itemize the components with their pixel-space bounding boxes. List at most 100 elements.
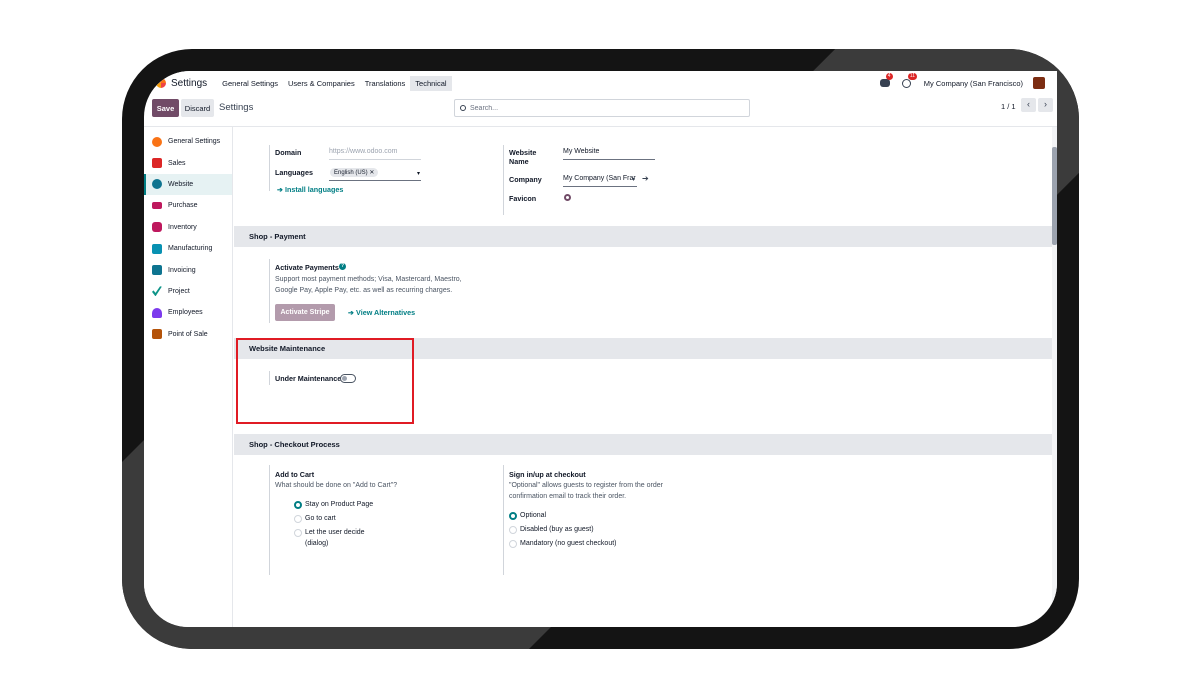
sidebar-item-label: Website [168, 180, 194, 188]
radio-label: Go to cart [305, 515, 336, 522]
settings-sidebar: General Settings Sales Website Purchase … [144, 127, 233, 627]
language-tag[interactable]: English (US) ✕ [330, 168, 379, 177]
caret-down-icon[interactable]: ▾ [417, 170, 420, 177]
payment-description-2: Google Pay, Apple Pay, etc. as well as r… [275, 287, 453, 294]
activate-payments-label: Activate Payments [275, 263, 339, 272]
radio-stay-on-product-page[interactable] [294, 501, 302, 509]
main-scrollbar[interactable] [1052, 127, 1057, 627]
favicon-image[interactable] [564, 194, 571, 201]
sidebar-item-general-settings[interactable]: General Settings [144, 131, 232, 152]
menu-technical[interactable]: Technical [410, 75, 452, 91]
company-switcher[interactable]: My Company (San Francisco) [924, 79, 1023, 88]
radio-mandatory[interactable] [509, 540, 517, 548]
radio-label: Optional [520, 512, 547, 519]
radio-disabled[interactable] [509, 526, 517, 534]
radio-label: Stay on Product Page [305, 501, 374, 508]
add-to-cart-description: What should be done on "Add to Cart"? [275, 482, 398, 489]
general-settings-icon [152, 136, 162, 147]
domain-label: Domain [275, 148, 302, 157]
sidebar-item-label: General Settings [168, 138, 221, 146]
radio-let-user-decide[interactable] [294, 529, 302, 537]
sidebar-item-project[interactable]: Project [144, 281, 232, 302]
manufacturing-icon [152, 243, 162, 254]
sidebar-item-label: Employees [168, 309, 203, 317]
menu-general-settings[interactable]: General Settings [217, 76, 283, 91]
section-shop-payment: Shop - Payment [234, 226, 1052, 247]
website-name-field[interactable]: My Website [563, 148, 655, 160]
search-input[interactable] [470, 104, 730, 112]
search-bar[interactable] [454, 99, 750, 117]
highlight-box [236, 338, 414, 424]
sign-in-description-2: confirmation email to track their order. [509, 493, 627, 500]
discard-button[interactable]: Discard [181, 99, 214, 117]
breadcrumb-title: Settings [219, 102, 254, 113]
sidebar-item-label: Purchase [168, 202, 198, 210]
purchase-icon [152, 202, 162, 210]
add-to-cart-label: Add to Cart [275, 470, 315, 479]
clock-icon [901, 79, 911, 88]
internal-link-icon[interactable]: ➔ [642, 174, 649, 183]
project-icon [152, 286, 162, 297]
radio-label: Disabled (buy as guest) [520, 526, 594, 533]
sidebar-item-label: Inventory [168, 223, 197, 231]
top-navbar: Settings General Settings Users & Compan… [144, 71, 1057, 95]
radio-optional[interactable] [509, 512, 517, 520]
sidebar-item-sales[interactable]: Sales [144, 152, 232, 173]
activity-button[interactable]: 11 [901, 73, 917, 89]
activity-badge: 11 [907, 73, 917, 80]
caret-down-icon[interactable]: ▾ [632, 176, 635, 183]
app-screen: Settings General Settings Users & Compan… [144, 71, 1057, 627]
sign-in-description-1: "Optional" allows guests to register fro… [509, 482, 663, 489]
favicon-label: Favicon [509, 194, 537, 203]
sidebar-item-label: Project [168, 287, 190, 295]
radio-label: Mandatory (no guest checkout) [520, 540, 617, 547]
sidebar-item-label: Manufacturing [168, 245, 213, 253]
company-label: Company [509, 175, 542, 184]
languages-field[interactable]: English (US) ✕ ▾ [329, 168, 421, 181]
chat-icon [879, 79, 890, 87]
save-button[interactable]: Save [152, 99, 179, 117]
payment-description-1: Support most payment methods; Visa, Mast… [275, 276, 462, 283]
view-alternatives-link[interactable]: ➔ View Alternatives [348, 308, 415, 317]
help-icon[interactable]: ? [339, 263, 346, 270]
install-languages-link[interactable]: ➔ Install languages [277, 185, 343, 194]
company-field[interactable]: My Company (San Frar [563, 175, 637, 187]
point-of-sale-icon [152, 329, 162, 340]
sales-icon [152, 158, 162, 169]
invoicing-icon [152, 265, 162, 276]
scroll-thumb[interactable] [1052, 147, 1057, 245]
sidebar-item-employees[interactable]: Employees [144, 302, 232, 323]
website-name-label: Website Name [509, 148, 537, 166]
activate-stripe-button[interactable]: Activate Stripe [275, 304, 335, 321]
chat-badge: 4 [885, 73, 893, 80]
control-panel: Save Discard Settings 1 / 1 ‹ › [144, 95, 1057, 127]
settings-app-icon[interactable] [156, 78, 166, 88]
inventory-icon [152, 222, 162, 233]
section-shop-checkout: Shop - Checkout Process [234, 434, 1052, 455]
sign-in-label: Sign in/up at checkout [509, 470, 586, 479]
sidebar-item-point-of-sale[interactable]: Point of Sale [144, 324, 232, 345]
menu-translations[interactable]: Translations [360, 76, 411, 91]
chevron-left-icon[interactable]: ‹ [1021, 98, 1036, 112]
sidebar-item-manufacturing[interactable]: Manufacturing [144, 238, 232, 259]
discuss-button[interactable]: 4 [879, 73, 893, 89]
employees-icon [152, 307, 162, 318]
languages-label: Languages [275, 168, 313, 177]
sidebar-item-label: Point of Sale [168, 330, 208, 338]
user-avatar[interactable] [1033, 77, 1045, 89]
sidebar-item-invoicing[interactable]: Invoicing [144, 259, 232, 280]
website-icon [152, 179, 162, 190]
sidebar-item-label: Invoicing [168, 266, 196, 274]
sidebar-item-label: Sales [168, 159, 186, 167]
domain-field[interactable]: https://www.odoo.com [329, 148, 421, 160]
radio-label-continued: (dialog) [305, 540, 329, 547]
radio-go-to-cart[interactable] [294, 515, 302, 523]
app-title[interactable]: Settings [171, 78, 207, 89]
search-icon [460, 105, 466, 111]
chevron-right-icon[interactable]: › [1038, 98, 1053, 112]
sidebar-item-inventory[interactable]: Inventory [144, 217, 232, 238]
sidebar-item-purchase[interactable]: Purchase [144, 195, 232, 216]
sidebar-item-website[interactable]: Website [144, 173, 232, 196]
pager-value[interactable]: 1 / 1 [1001, 102, 1016, 111]
menu-users-companies[interactable]: Users & Companies [283, 76, 360, 91]
